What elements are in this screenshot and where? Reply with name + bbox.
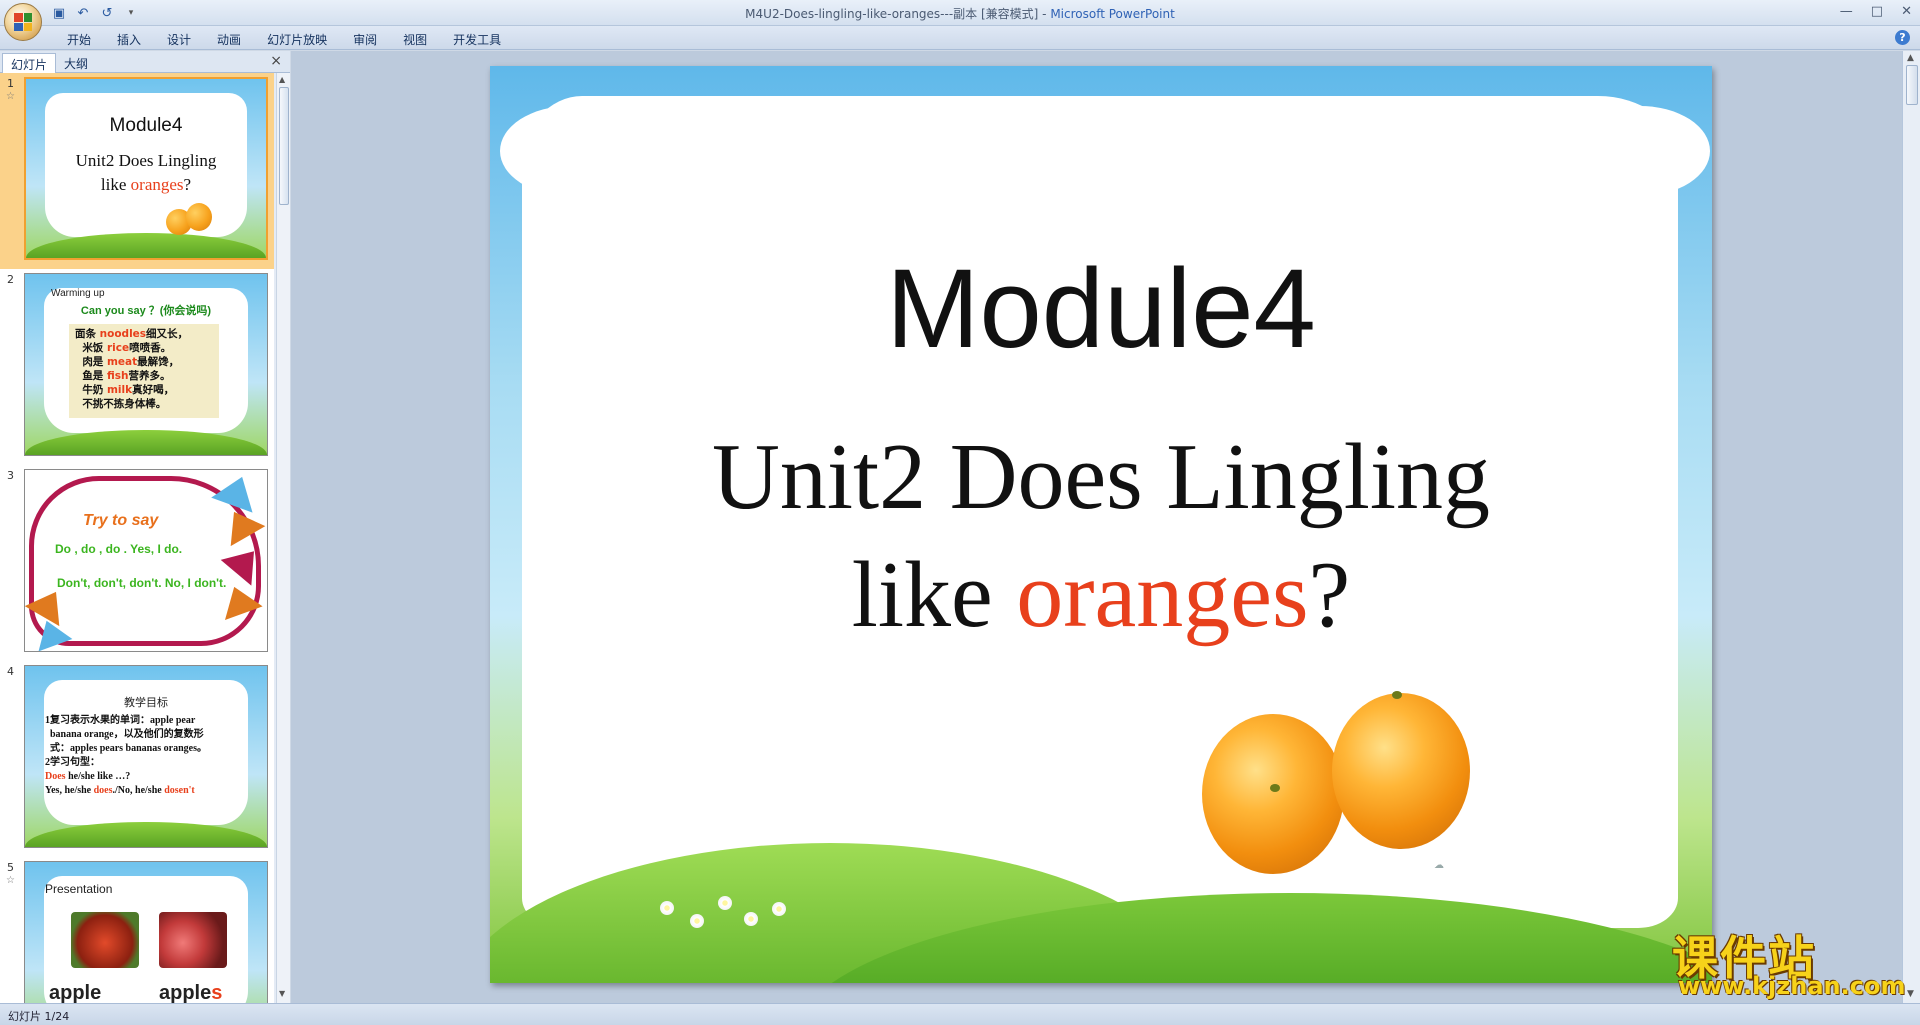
tab-slides[interactable]: 幻灯片 <box>2 53 57 73</box>
thumbnail-frame: Module4 Unit2 Does Lingling like oranges… <box>24 77 268 260</box>
editor-scrollbar[interactable]: ▲ ▼ <box>1902 51 1920 1003</box>
thumbnail-scrollbar[interactable]: ▲ ▼ <box>276 73 290 1003</box>
slide-thumbnail-1[interactable]: 1 ☆ Module4 Unit2 Does Lingling like ora… <box>0 73 274 269</box>
thumb-title: Try to say <box>83 512 159 529</box>
slide-thumbnail-4[interactable]: 4 教学目标 1复习表示水果的单词：apple pear banana oran… <box>0 661 274 857</box>
slide-thumbnail-2[interactable]: 2 Warming up Can you say ？(你会说吗) 面条 nood… <box>0 269 274 465</box>
thumb-word-1: apple <box>49 982 102 1003</box>
animation-star-icon: ☆ <box>6 91 15 102</box>
office-button[interactable] <box>4 3 42 41</box>
scroll-thumb[interactable] <box>1906 65 1918 105</box>
scroll-up-icon[interactable]: ▲ <box>1907 53 1914 63</box>
slide-thumbnail-5[interactable]: 5 ☆ Presentation apple apples <box>0 857 274 1003</box>
animation-star-icon: ☆ <box>6 875 15 886</box>
thumbnail-frame: 教学目标 1复习表示水果的单词：apple pear banana orange… <box>24 665 268 848</box>
tab-outline[interactable]: 大纲 <box>56 53 96 73</box>
orange-image[interactable] <box>1202 714 1344 874</box>
maximize-icon[interactable]: □ <box>1871 4 1883 19</box>
slide-subtitle[interactable]: Unit2 Does Lingling like oranges? <box>490 418 1712 654</box>
thumb-title: Module4 <box>109 115 183 136</box>
site-watermark-url: www.kjzhan.com <box>1678 972 1906 1000</box>
thumbnail-frame: Warming up Can you say ？(你会说吗) 面条 noodle… <box>24 273 268 456</box>
status-bar: 幻灯片 1/24 <box>0 1003 1920 1025</box>
window-title: M4U2-Does-lingling-like-oranges---副本 [兼容… <box>0 5 1920 22</box>
tab-design[interactable]: 设计 <box>154 30 204 49</box>
slides-pane: 幻灯片 大纲 × 1 ☆ Module4 Unit2 Does Lingling… <box>0 51 290 1003</box>
app-name: Microsoft PowerPoint <box>1050 7 1175 21</box>
orange-image[interactable] <box>1332 691 1470 849</box>
thumb-line-1: Do , do , do . Yes, I do. <box>55 542 183 556</box>
subtitle-line-1: Unit2 Does Lingling <box>711 425 1491 529</box>
thumbnail-list: 1 ☆ Module4 Unit2 Does Lingling like ora… <box>0 73 274 1003</box>
scroll-up-icon[interactable]: ▲ <box>279 75 285 84</box>
orange-icon <box>186 203 212 231</box>
thumbnail-frame: Presentation apple apples <box>24 861 268 1003</box>
scroll-thumb[interactable] <box>279 87 289 205</box>
tab-slideshow[interactable]: 幻灯片放映 <box>254 30 340 49</box>
slide-logo-mark: ☁ <box>1434 860 1444 871</box>
slide-number: 2 <box>7 273 14 286</box>
thumb-title: 教学目标 <box>124 696 168 709</box>
site-watermark: 课件站 www.kjzhan.com <box>1670 922 1910 1006</box>
scroll-down-icon[interactable]: ▼ <box>279 989 285 998</box>
slide-number: 1 <box>7 77 14 90</box>
slide-number: 4 <box>7 665 14 678</box>
help-icon[interactable]: ? <box>1895 30 1910 45</box>
tab-insert[interactable]: 插入 <box>104 30 154 49</box>
thumb-line-2: Don't, don't, don't. No, I don't. <box>57 576 227 590</box>
thumb-body: 1复习表示水果的单词：apple pear banana orange，以及他们… <box>45 715 207 796</box>
window-controls: — □ ✕ <box>1840 4 1912 19</box>
slide-number: 5 <box>7 861 14 874</box>
pane-close-icon[interactable]: × <box>270 53 282 69</box>
slide-counter: 幻灯片 1/24 <box>8 1010 70 1023</box>
title-bar: ▣ ↶ ↺ ▾ M4U2-Does-lingling-like-oranges-… <box>0 0 1920 41</box>
highlight-word: oranges <box>1016 543 1309 647</box>
close-icon[interactable]: ✕ <box>1901 4 1912 19</box>
thumb-green-text: Can you say ？(你会说吗) <box>80 305 212 317</box>
thumb-word-2: apples <box>159 982 223 1003</box>
thumb-heading: Warming up <box>51 288 105 299</box>
tab-view[interactable]: 视图 <box>390 30 440 49</box>
ribbon-tab-bar: 开始 插入 设计 动画 幻灯片放映 审阅 视图 开发工具 ? <box>0 26 1920 50</box>
rhyme-box: 面条 noodles细又长， 米饭 rice喷喷香。 肉是 meat最解馋， 鱼… <box>69 324 219 418</box>
current-slide[interactable]: Module4 Unit2 Does Lingling like oranges… <box>490 66 1712 983</box>
tab-animations[interactable]: 动画 <box>204 30 254 49</box>
apples-image <box>159 912 227 968</box>
tab-review[interactable]: 审阅 <box>340 30 390 49</box>
thumbnail-frame: Try to say Do , do , do . Yes, I do. Don… <box>24 469 268 652</box>
tab-developer[interactable]: 开发工具 <box>440 30 514 49</box>
minimize-icon[interactable]: — <box>1840 4 1853 19</box>
pane-tabs: 幻灯片 大纲 × <box>0 51 290 73</box>
office-logo-icon <box>14 13 32 31</box>
thumb-title: Presentation <box>45 882 113 896</box>
slide-number: 3 <box>7 469 14 482</box>
apple-image <box>71 912 139 968</box>
thumb-subtitle: Unit2 Does Lingling like oranges? <box>75 151 217 194</box>
subtitle-line-2: like oranges? <box>851 543 1351 647</box>
tab-home[interactable]: 开始 <box>54 30 104 49</box>
slide-thumbnail-3[interactable]: 3 Try to say Do , do , do . Yes, I do. D… <box>0 465 274 661</box>
slide-title[interactable]: Module4 <box>490 244 1712 373</box>
document-name: M4U2-Does-lingling-like-oranges---副本 [兼容… <box>745 7 1039 21</box>
title-separator: - <box>1038 7 1051 21</box>
